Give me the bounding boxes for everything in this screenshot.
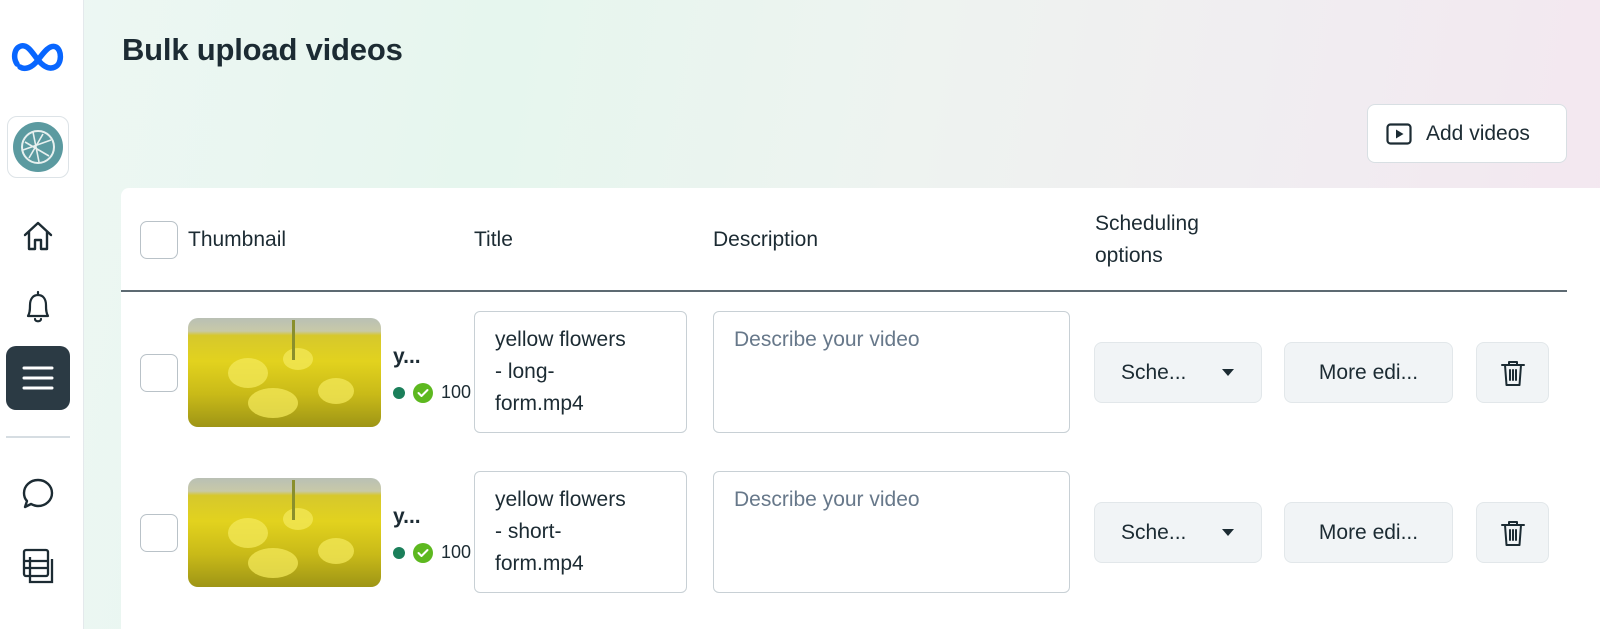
- upload-status: 100: [393, 382, 476, 403]
- home-icon[interactable]: [0, 214, 76, 258]
- check-circle-icon: [413, 382, 433, 403]
- videos-table: Thumbnail Title Description Scheduling o…: [121, 188, 1600, 629]
- row-checkbox[interactable]: [140, 354, 178, 392]
- check-circle-icon: [413, 542, 433, 563]
- description-input[interactable]: Describe your video: [713, 311, 1070, 433]
- chat-icon[interactable]: [0, 472, 76, 516]
- scheduling-dropdown[interactable]: Sche...: [1094, 342, 1262, 403]
- hamburger-icon: [22, 366, 54, 390]
- title-line: form.mp4: [495, 392, 584, 415]
- pages-icon[interactable]: [0, 542, 76, 590]
- title-line: yellow flowers: [495, 328, 626, 351]
- title-line: - long-: [495, 360, 555, 383]
- header-scheduling-line1: Scheduling: [1095, 212, 1199, 235]
- sidebar-divider: [6, 436, 70, 438]
- more-editing-label: More edi...: [1318, 360, 1419, 384]
- video-icon: [1386, 122, 1412, 145]
- title-input[interactable]: yellow flowers - short- form.mp4: [474, 471, 687, 593]
- status-dot-icon: [393, 386, 405, 399]
- menu-button[interactable]: [6, 346, 70, 410]
- select-all-checkbox[interactable]: [140, 221, 178, 259]
- status-dot-icon: [393, 546, 405, 559]
- description-placeholder: Describe your video: [734, 488, 920, 511]
- page-title: Bulk upload videos: [122, 32, 403, 67]
- upload-percent: 100: [441, 382, 472, 402]
- more-editing-button[interactable]: More edi...: [1284, 502, 1453, 563]
- header-scheduling-line2: options: [1095, 244, 1163, 267]
- more-editing-button[interactable]: More edi...: [1284, 342, 1453, 403]
- table-row: y... 100 yellow flowers - short- form.mp…: [121, 452, 1567, 612]
- header-description: Description: [713, 228, 819, 251]
- title-input[interactable]: yellow flowers - long- form.mp4: [474, 311, 687, 433]
- trash-icon: [1500, 520, 1525, 546]
- video-filename: y...: [393, 505, 421, 528]
- video-thumbnail[interactable]: [188, 318, 381, 427]
- video-filename: y...: [393, 345, 421, 368]
- caret-down-icon: [1222, 529, 1234, 536]
- trash-icon: [1500, 360, 1525, 386]
- header-scheduling: Scheduling options: [1095, 208, 1199, 272]
- table-row: y... 100 yellow flowers - long- form.mp4…: [121, 292, 1567, 452]
- table-header: Thumbnail Title Description Scheduling o…: [121, 188, 1567, 292]
- scheduling-dropdown[interactable]: Sche...: [1094, 502, 1262, 563]
- title-line: - short-: [495, 520, 562, 543]
- sidebar: [0, 0, 84, 629]
- bell-icon[interactable]: [0, 286, 76, 330]
- description-input[interactable]: Describe your video: [713, 471, 1070, 593]
- more-editing-label: More edi...: [1318, 520, 1419, 544]
- add-videos-label: Add videos: [1426, 121, 1530, 145]
- scheduling-label: Sche...: [1121, 520, 1187, 544]
- description-placeholder: Describe your video: [734, 328, 920, 351]
- account-avatar[interactable]: [7, 116, 69, 178]
- video-thumbnail[interactable]: [188, 478, 381, 587]
- header-title: Title: [474, 228, 513, 251]
- meta-logo-icon[interactable]: [0, 30, 76, 82]
- row-checkbox[interactable]: [140, 514, 178, 552]
- add-videos-button[interactable]: Add videos: [1367, 104, 1567, 163]
- upload-percent: 100: [441, 542, 472, 562]
- delete-button[interactable]: [1476, 502, 1549, 563]
- title-line: form.mp4: [495, 552, 584, 575]
- header-thumbnail: Thumbnail: [188, 228, 287, 251]
- delete-button[interactable]: [1476, 342, 1549, 403]
- caret-down-icon: [1222, 369, 1234, 376]
- globe-icon: [13, 122, 63, 172]
- upload-status: 100: [393, 542, 476, 563]
- scheduling-label: Sche...: [1121, 360, 1187, 384]
- title-line: yellow flowers: [495, 488, 626, 511]
